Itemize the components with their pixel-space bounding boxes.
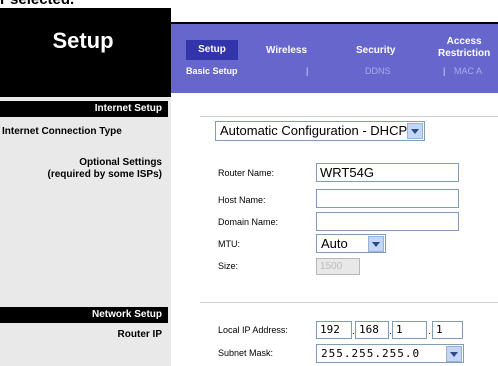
optional-settings-line2: (required by some ISPs) <box>47 169 162 180</box>
section-divider <box>200 302 498 303</box>
local-ip-octet-1[interactable]: 192 <box>316 321 352 339</box>
left-panel-top-strip <box>0 93 171 97</box>
content-gutter <box>171 93 201 366</box>
local-ip-octet-2[interactable]: 168 <box>355 321 389 339</box>
local-ip-octet-3[interactable]: 1 <box>392 321 427 339</box>
mtu-label: MTU: <box>218 239 240 249</box>
mtu-size-input: 1500 <box>316 258 360 275</box>
tab-wireless[interactable]: Wireless <box>266 45 307 56</box>
chevron-down-icon[interactable] <box>368 236 384 252</box>
domain-name-label: Domain Name: <box>218 217 279 227</box>
subtab-separator: | <box>306 66 309 76</box>
setup-title-block: Setup <box>0 8 171 93</box>
mtu-select[interactable]: Auto <box>316 234 386 253</box>
tab-access-label-line1: Access <box>446 36 482 47</box>
internet-connection-type-label: Internet Connection Type <box>2 126 122 137</box>
subtab-mac-address-clone[interactable]: MAC A <box>454 66 482 76</box>
tab-security[interactable]: Security <box>356 45 395 56</box>
subtab-ddns[interactable]: DDNS <box>365 66 391 76</box>
page-title: Setup <box>52 28 114 53</box>
section-heading-internet-setup: Internet Setup <box>0 101 168 117</box>
host-name-input[interactable] <box>316 189 459 208</box>
chevron-down-icon[interactable] <box>407 123 423 139</box>
size-label: Size: <box>218 261 239 271</box>
caption-text: r selected. <box>0 0 74 8</box>
subnet-mask-value: 255.255.255.0 <box>321 347 421 360</box>
router-name-input[interactable]: WRT54G <box>316 163 459 182</box>
domain-name-input[interactable] <box>316 212 459 231</box>
local-ip-octet-4[interactable]: 1 <box>432 321 463 339</box>
router-name-label: Router Name: <box>218 168 275 178</box>
subnet-mask-select[interactable]: 255.255.255.0 <box>316 344 464 363</box>
optional-settings-line1: Optional Settings <box>79 157 162 168</box>
subtab-separator: | <box>443 66 446 76</box>
tab-setup[interactable]: Setup <box>186 40 238 60</box>
ip-dot: . <box>428 326 431 337</box>
tab-bar-top-line <box>171 22 498 24</box>
router-ip-label: Router IP <box>117 329 162 340</box>
local-ip-address-label: Local IP Address: <box>218 325 288 335</box>
mtu-value: Auto <box>321 236 348 251</box>
connection-type-value: Automatic Configuration - DHCP <box>220 123 408 138</box>
optional-settings-label: Optional Settings (required by some ISPs… <box>0 157 166 181</box>
subnet-mask-label: Subnet Mask: <box>218 348 274 358</box>
subtab-basic-setup[interactable]: Basic Setup <box>186 66 238 76</box>
tab-access-restrictions[interactable]: Access Restriction <box>438 36 490 60</box>
chevron-down-icon[interactable] <box>446 346 462 362</box>
tab-access-label-line2: Restriction <box>438 48 491 59</box>
host-name-label: Host Name: <box>218 195 266 205</box>
section-divider <box>200 116 498 117</box>
connection-type-select[interactable]: Automatic Configuration - DHCP <box>215 121 425 141</box>
section-heading-network-setup: Network Setup <box>0 307 168 323</box>
